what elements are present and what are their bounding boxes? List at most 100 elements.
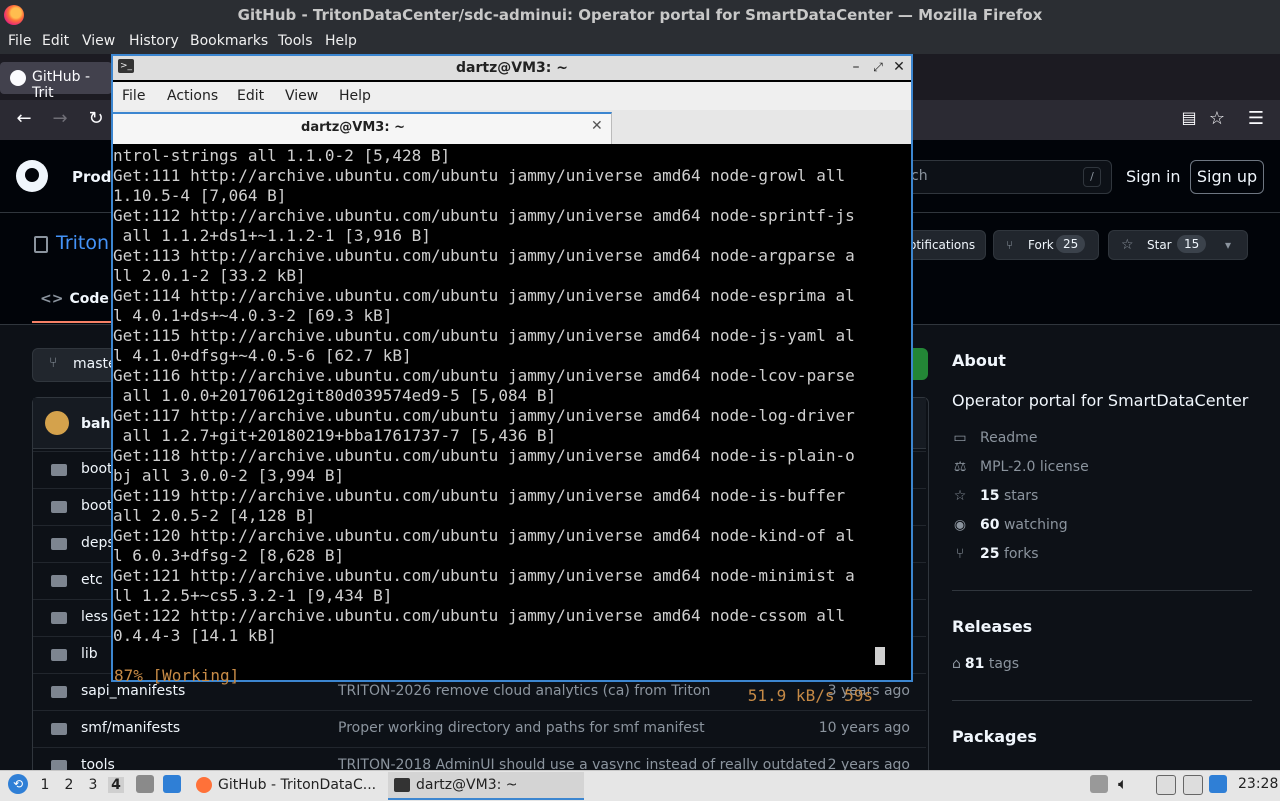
star-dropdown-icon[interactable]: ▾: [1225, 231, 1231, 259]
file-manager-icon[interactable]: [136, 775, 154, 793]
file-row[interactable]: smf/manifests Proper working directory a…: [33, 710, 926, 748]
terminal-menu-view[interactable]: View: [285, 88, 318, 104]
menu-file[interactable]: File: [8, 33, 31, 49]
terminal-output[interactable]: ntrol-strings all 1.1.0-2 [5,428 B] Get:1…: [113, 146, 885, 678]
folder-icon: [51, 612, 67, 624]
terminal-app-icon: >_: [118, 59, 134, 73]
start-menu-icon[interactable]: ⟲: [8, 774, 28, 794]
desktop-1[interactable]: 1: [37, 777, 53, 793]
releases-heading[interactable]: Releases: [952, 617, 1032, 636]
terminal-line: bj all 3.0.0-2 [3,994 B]: [113, 466, 345, 485]
file-name[interactable]: tools: [81, 757, 115, 771]
sidebar-divider: [952, 700, 1252, 701]
firefox-logo-icon: [4, 5, 24, 25]
apt-download-speed: 51.9 kB/s 59s: [747, 686, 873, 705]
menu-help[interactable]: Help: [325, 33, 357, 49]
terminal-line: 0.4.4-3 [14.1 kB]: [113, 626, 277, 645]
file-row[interactable]: tools TRITON-2018 AdminUI should use a v…: [33, 747, 926, 771]
terminal-line: Get:121 http://archive.ubuntu.com/ubuntu…: [113, 566, 855, 585]
file-name[interactable]: boot: [81, 461, 113, 477]
sign-up-button[interactable]: Sign up: [1190, 160, 1264, 194]
terminal-line: all 2.0.5-2 [4,128 B]: [113, 506, 316, 525]
watching-count: 60: [980, 517, 1000, 533]
readme-link[interactable]: ▭ Readme: [952, 430, 1037, 446]
file-name[interactable]: deps: [81, 535, 115, 551]
taskbar-app-firefox-label: GitHub - TritonDataC...: [218, 777, 377, 793]
back-arrow-icon[interactable]: ←: [12, 108, 36, 129]
terminal-menu-edit[interactable]: Edit: [237, 88, 264, 104]
forks-link[interactable]: ⑂ 25 forks: [952, 546, 1039, 562]
menu-history[interactable]: History: [129, 33, 179, 49]
menu-view[interactable]: View: [82, 33, 115, 49]
taskbar-app-firefox[interactable]: GitHub - TritonDataC...: [192, 772, 382, 798]
terminal-line: Get:111 http://archive.ubuntu.com/ubuntu…: [113, 166, 846, 185]
github-logo-icon[interactable]: [16, 160, 48, 192]
desktop-2[interactable]: 2: [61, 777, 77, 793]
watching-link[interactable]: ◉ 60 watching: [952, 517, 1068, 533]
taskbar-app-terminal[interactable]: dartz@VM3: ~: [388, 772, 584, 800]
fork-icon: ⑂: [1006, 238, 1014, 252]
tray-notes-icon[interactable]: [1090, 775, 1108, 793]
maximize-icon[interactable]: ⤢: [870, 58, 886, 76]
commit-message[interactable]: TRITON-2026 remove cloud analytics (ca) …: [338, 683, 710, 699]
stars-count: 15: [980, 488, 1000, 504]
update-notifier-icon[interactable]: [1209, 775, 1227, 793]
terminal-line: Get:115 http://archive.ubuntu.com/ubuntu…: [113, 326, 855, 345]
forward-arrow-icon[interactable]: →: [48, 108, 72, 129]
close-icon[interactable]: ✕: [891, 58, 907, 76]
bookmark-star-icon[interactable]: ☆: [1205, 108, 1229, 129]
terminal-title-bar[interactable]: dartz@VM3: ~: [113, 56, 911, 80]
terminal-line: Get:117 http://archive.ubuntu.com/ubuntu…: [113, 406, 855, 425]
terminal-line: Get:118 http://archive.ubuntu.com/ubuntu…: [113, 446, 855, 465]
code-icon: <>: [40, 291, 64, 307]
menu-bookmarks[interactable]: Bookmarks: [190, 33, 268, 49]
tab-code[interactable]: <> Code: [40, 291, 109, 307]
minimize-icon[interactable]: –: [848, 58, 864, 76]
terminal-menu-file[interactable]: File: [122, 88, 145, 104]
terminal-menu-actions[interactable]: Actions: [167, 88, 218, 104]
terminal-scrollbar[interactable]: [885, 146, 909, 678]
avatar[interactable]: [45, 411, 69, 435]
file-name[interactable]: smf/manifests: [81, 720, 180, 736]
desktop-3[interactable]: 3: [85, 777, 101, 793]
commit-message[interactable]: Proper working directory and paths for s…: [338, 720, 705, 736]
network-icon[interactable]: [1183, 775, 1203, 795]
branch-icon: ⑂: [49, 355, 58, 371]
tags-link[interactable]: ⌂ 81 tags: [952, 656, 1019, 672]
browser-tab-github[interactable]: GitHub - Trit: [0, 62, 112, 101]
about-heading: About: [952, 351, 1006, 370]
star-icon: ☆: [1121, 237, 1134, 253]
terminal-line: all 1.0.0+20170612git80d039574ed9-5 [5,0…: [113, 386, 557, 405]
clock: 23:28: [1238, 776, 1279, 792]
desktop-4[interactable]: 4: [108, 777, 124, 793]
menu-tools[interactable]: Tools: [278, 33, 313, 49]
reader-view-icon[interactable]: ▤: [1177, 108, 1201, 127]
file-name[interactable]: less: [81, 609, 108, 625]
hamburger-menu-icon[interactable]: ☰: [1244, 108, 1268, 129]
clipboard-icon[interactable]: [1156, 775, 1176, 795]
folder-icon: [51, 649, 67, 661]
menu-edit[interactable]: Edit: [42, 33, 69, 49]
star-button[interactable]: ☆ Star 15 ▾: [1108, 230, 1248, 260]
stars-link[interactable]: ☆ 15 stars: [952, 488, 1039, 504]
packages-heading[interactable]: Packages: [952, 727, 1037, 746]
repo-name-link[interactable]: Triton: [56, 232, 109, 254]
volume-icon[interactable]: 🔈︎: [1118, 775, 1136, 793]
terminal-tab[interactable]: dartz@VM3: ~ ✕: [113, 112, 612, 144]
folder-icon: [51, 501, 67, 513]
commit-message[interactable]: TRITON-2018 AdminUI should use a vasync …: [338, 757, 826, 771]
browser-tab-label: GitHub - Trit: [32, 69, 91, 101]
show-desktop-icon[interactable]: [163, 775, 181, 793]
file-name[interactable]: lib: [81, 646, 98, 662]
search-input[interactable]: ch: [880, 160, 1112, 194]
sign-in-link[interactable]: Sign in: [1126, 167, 1181, 186]
reload-icon[interactable]: ↻: [84, 108, 108, 129]
terminal-icon: [394, 778, 410, 792]
file-name[interactable]: etc: [81, 572, 103, 588]
tab-close-icon[interactable]: ✕: [591, 118, 603, 134]
fork-button[interactable]: ⑂ Fork 25: [993, 230, 1099, 260]
forks-label: forks: [1003, 546, 1039, 562]
terminal-title: dartz@VM3: ~: [456, 60, 568, 76]
license-link[interactable]: ⚖ MPL-2.0 license: [952, 459, 1089, 475]
terminal-menu-help[interactable]: Help: [339, 88, 371, 104]
